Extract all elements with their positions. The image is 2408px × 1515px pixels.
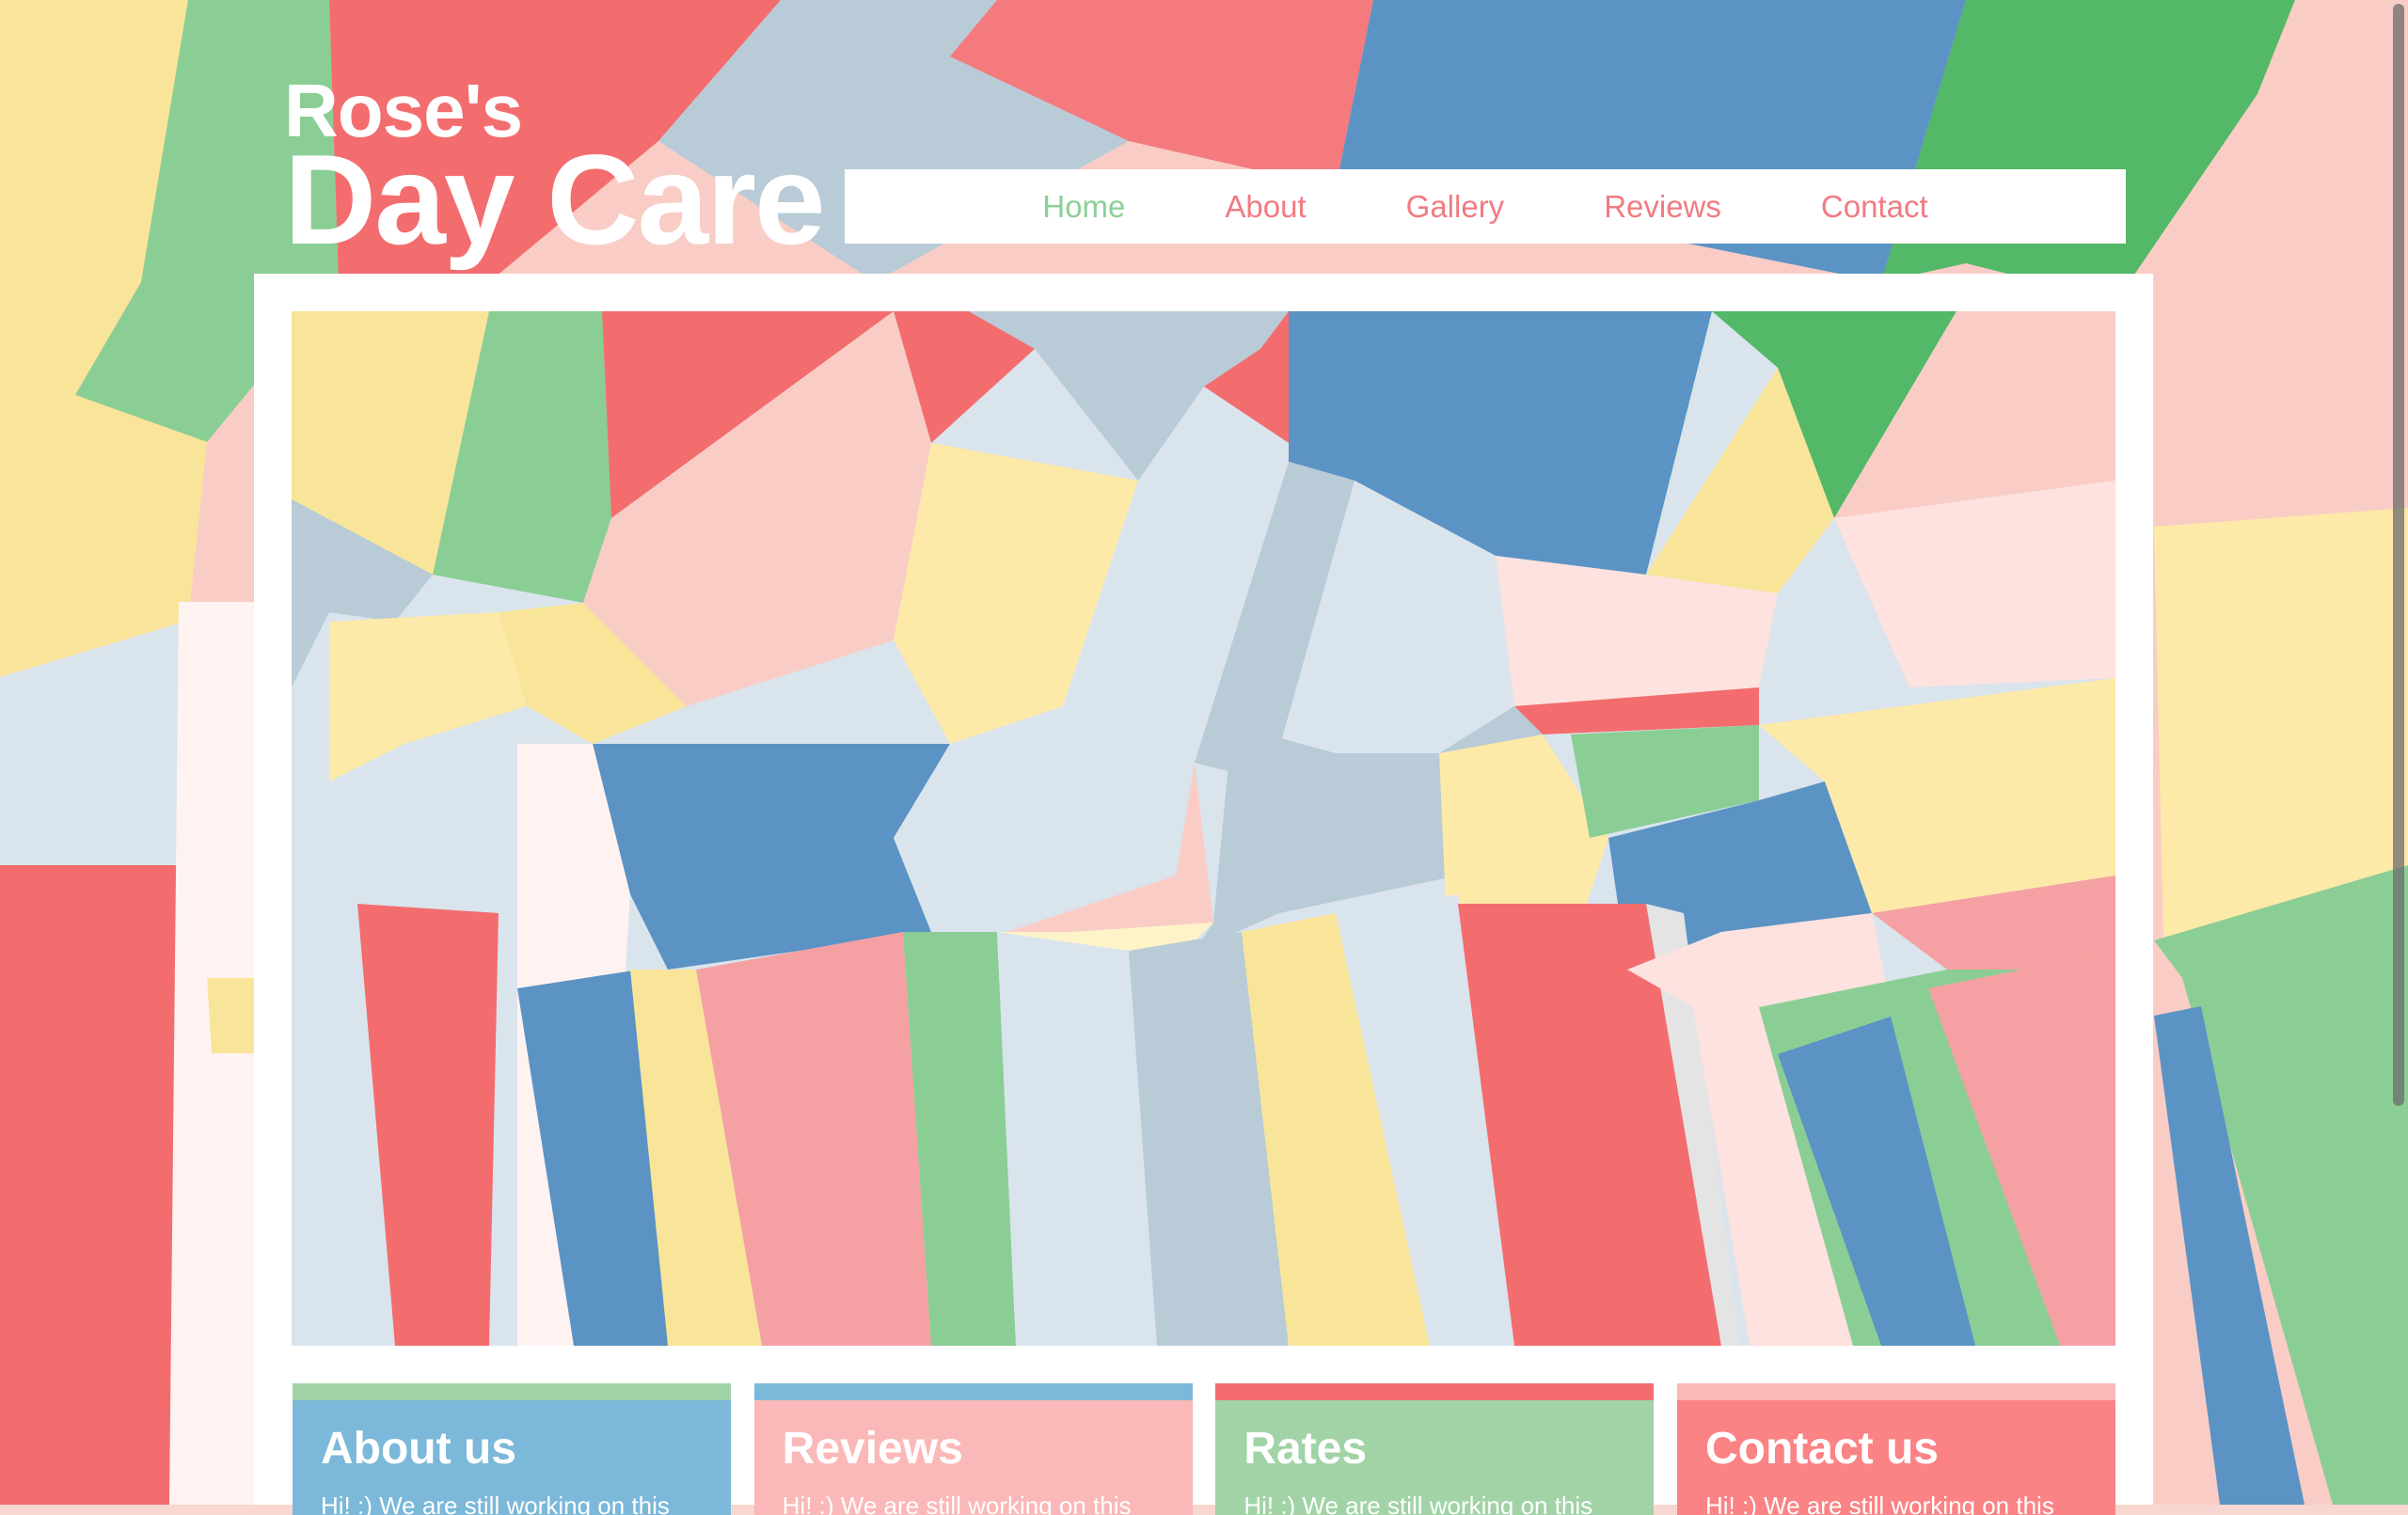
info-cards: About us Hi! :) We are still working on … <box>293 1383 2115 1515</box>
card-rates[interactable]: Rates Hi! :) We are still working on thi… <box>1215 1383 1655 1515</box>
card-title: Reviews <box>782 1424 963 1474</box>
card-stripe <box>753 1383 1193 1400</box>
card-stripe <box>293 1383 731 1400</box>
card-text: Hi! :) We are still working on this <box>1704 1491 2054 1515</box>
card-reviews[interactable]: Reviews Hi! :) We are still working on t… <box>753 1383 1193 1515</box>
card-title: Contact us <box>1704 1424 1939 1474</box>
nav-reviews[interactable]: Reviews <box>1604 189 1721 225</box>
card-contact-us[interactable]: Contact us Hi! :) We are still working o… <box>1676 1383 2115 1515</box>
main-nav: Home About Gallery Reviews Contact <box>845 169 2126 244</box>
card-title: About us <box>321 1424 516 1474</box>
logo-line-2: Day Care <box>284 128 826 271</box>
content-frame: About us Hi! :) We are still working on … <box>254 274 2153 1515</box>
nav-contact[interactable]: Contact <box>1821 189 1928 225</box>
card-text: Hi! :) We are still working on this <box>321 1491 670 1515</box>
card-stripe <box>1215 1383 1655 1400</box>
nav-about[interactable]: About <box>1225 189 1306 225</box>
nav-gallery[interactable]: Gallery <box>1406 189 1505 225</box>
card-text: Hi! :) We are still working on this <box>782 1491 1132 1515</box>
card-stripe <box>1676 1383 2115 1400</box>
card-title: Rates <box>1244 1424 1368 1474</box>
scrollbar-thumb[interactable] <box>2393 4 2404 1106</box>
hero-patchwork <box>292 311 2115 1346</box>
site-logo[interactable]: Rose's Day Care <box>284 73 826 271</box>
card-text: Hi! :) We are still working on this <box>1244 1491 1593 1515</box>
hero-image <box>292 311 2115 1346</box>
scrollbar[interactable] <box>2387 0 2408 1505</box>
card-about-us[interactable]: About us Hi! :) We are still working on … <box>293 1383 731 1515</box>
nav-home[interactable]: Home <box>1042 189 1125 225</box>
